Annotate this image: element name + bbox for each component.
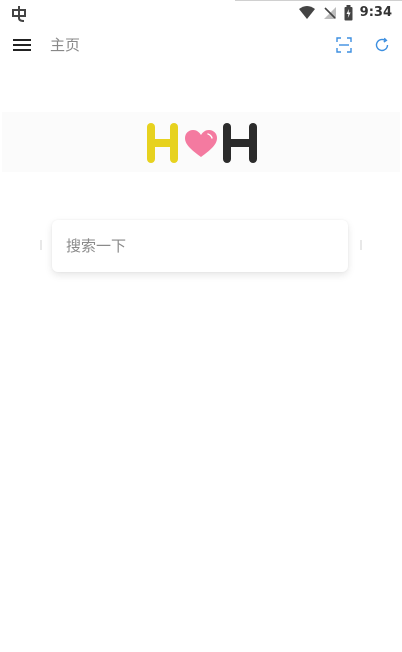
app-notification-icon [12, 6, 26, 22]
search-edge-left [40, 240, 42, 250]
status-divider [235, 0, 402, 1]
logo-letter-left [147, 123, 178, 163]
scan-button[interactable] [333, 34, 355, 56]
top-toolbar: 主页 [0, 26, 402, 64]
status-time: 9:34 [359, 5, 392, 20]
refresh-button[interactable] [371, 34, 393, 56]
wifi-icon [298, 6, 315, 19]
search-box[interactable] [52, 220, 348, 272]
search-area [38, 216, 364, 276]
logo-letter-right [223, 123, 257, 163]
search-edge-right [360, 240, 362, 250]
logo [147, 123, 257, 163]
no-signal-icon [323, 7, 336, 19]
page-title: 主页 [50, 36, 81, 54]
menu-button[interactable] [10, 34, 34, 56]
status-icons: 9:34 [298, 4, 392, 22]
scan-icon [336, 37, 352, 53]
refresh-icon [375, 37, 389, 52]
heart-icon [185, 130, 217, 157]
battery-charging-icon [344, 5, 353, 21]
status-bar: 9:34 [0, 0, 402, 26]
search-input[interactable] [66, 233, 326, 259]
menu-icon [13, 39, 31, 51]
